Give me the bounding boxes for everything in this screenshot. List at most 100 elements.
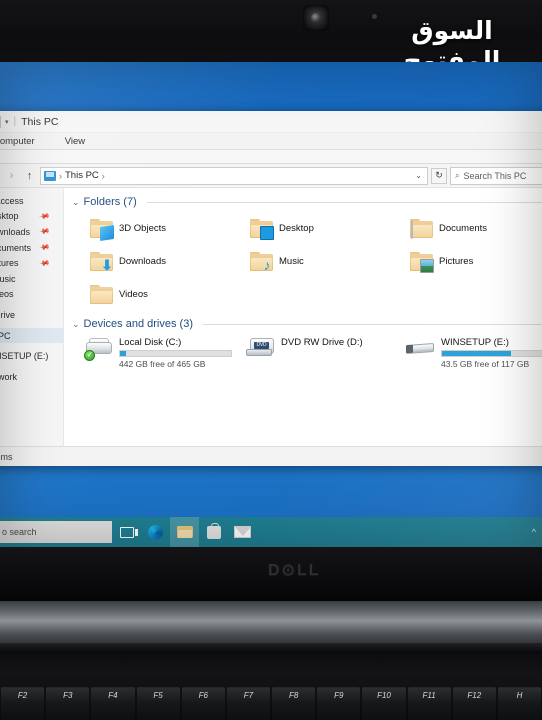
key-f12[interactable]: F12 xyxy=(452,687,496,720)
key-home[interactable]: H xyxy=(497,687,542,720)
sidebar-item-music[interactable]: Music xyxy=(0,271,63,287)
file-explorer-button[interactable] xyxy=(170,517,199,547)
folders-group-header[interactable]: ⌄ Folders (7) xyxy=(72,196,542,208)
folder-videos[interactable]: Videos xyxy=(72,278,232,310)
address-bar[interactable]: › This PC › ⌄ xyxy=(40,166,428,185)
grid-filler-2 xyxy=(392,278,542,310)
laptop-screen: ▾ | This PC Computer View ‹ › ↑ › This P… xyxy=(0,62,542,547)
key-f5[interactable]: F5 xyxy=(136,687,180,720)
sidebar-item-label: Network xyxy=(0,371,18,382)
dvd-drive-icon: DVD xyxy=(246,337,274,359)
sidebar-item-downloads[interactable]: ownloads 📌 xyxy=(0,224,63,240)
folder-pictures[interactable]: Pictures xyxy=(392,245,542,277)
this-pc-icon xyxy=(44,170,56,181)
sidebar-item-label: ocuments xyxy=(0,242,32,253)
folder-downloads[interactable]: ⬇ Downloads xyxy=(72,245,232,277)
item-label: Videos xyxy=(119,288,148,300)
folder-downloads-icon: ⬇ xyxy=(90,251,113,272)
file-explorer-window: ▾ | This PC Computer View ‹ › ↑ › This P… xyxy=(0,111,542,466)
grid-filler-1 xyxy=(232,278,392,310)
system-tray-expand-icon[interactable]: ^ xyxy=(532,527,542,537)
microsoft-store-button[interactable] xyxy=(199,517,228,547)
sidebar-item-pictures[interactable]: ictures 📌 xyxy=(0,255,63,271)
item-label: Pictures xyxy=(439,255,474,267)
folders-grid: 3D Objects Desktop Documents ⬇ Downloads… xyxy=(72,212,542,310)
chevron-down-icon[interactable]: ⌄ xyxy=(72,197,80,208)
sidebar-item-quick-access[interactable]: ck access xyxy=(0,193,63,209)
drive-winsetup-e[interactable]: WINSETUP (E:) 43.5 GB free of 117 GB xyxy=(392,334,542,374)
key-f2[interactable]: F2 xyxy=(1,687,45,720)
sidebar-item-this-pc[interactable]: his PC xyxy=(0,327,63,344)
search-box[interactable]: ⌕ Search This PC xyxy=(450,166,542,185)
sidebar-item-label: ck access xyxy=(0,195,24,206)
item-label: Desktop xyxy=(279,222,314,234)
navigation-pane[interactable]: ck access esktop 📌 ownloads 📌 ocuments 📌 xyxy=(0,188,64,446)
key-f9[interactable]: F9 xyxy=(317,687,361,720)
group-divider xyxy=(146,201,542,203)
key-f7[interactable]: F7 xyxy=(226,687,271,720)
sidebar-item-winsetup[interactable]: WINSETUP (E:) xyxy=(0,348,63,364)
dvd-badge: DVD xyxy=(254,342,269,349)
key-f4[interactable]: F4 xyxy=(91,687,135,720)
pin-icon: 📌 xyxy=(37,225,51,239)
refresh-button[interactable]: ↻ xyxy=(431,167,447,184)
folder-documents-icon xyxy=(410,218,433,239)
edge-button[interactable] xyxy=(141,517,170,547)
edge-icon xyxy=(148,524,163,540)
folder-music-icon: ♪ xyxy=(250,251,273,272)
windows-taskbar: o search ^ xyxy=(0,517,542,547)
drive-local-disk-c[interactable]: Local Disk (C:) 442 GB free of 465 GB xyxy=(72,334,232,374)
sidebar-item-desktop[interactable]: esktop 📌 xyxy=(0,209,63,225)
status-bar: ...ems xyxy=(0,446,542,466)
item-label: Downloads xyxy=(119,255,166,267)
pin-icon: 📌 xyxy=(37,256,51,270)
folder-documents[interactable]: Documents xyxy=(392,212,542,244)
breadcrumb-this-pc[interactable]: This PC xyxy=(65,170,99,181)
quick-access-toolbar-caret-icon[interactable]: ▾ xyxy=(5,118,9,126)
sidebar-item-documents[interactable]: ocuments 📌 xyxy=(0,240,63,256)
taskbar-search-input[interactable]: o search xyxy=(0,521,112,543)
drive-name: Local Disk (C:) xyxy=(119,337,182,348)
item-label: 3D Objects xyxy=(119,222,166,234)
folder-desktop-icon xyxy=(250,218,274,240)
window-title-bar: ▾ | This PC xyxy=(0,111,542,133)
tab-view[interactable]: View xyxy=(61,136,89,149)
sidebar-item-network[interactable]: Network xyxy=(0,369,63,385)
mail-button[interactable] xyxy=(228,517,257,547)
folder-3d-objects[interactable]: 3D Objects xyxy=(72,212,232,244)
drive-dvd-rw-d[interactable]: DVD DVD RW Drive (D:) xyxy=(232,334,392,374)
sidebar-item-label: ictures xyxy=(0,258,19,269)
key-f3[interactable]: F3 xyxy=(46,687,90,720)
key-f8[interactable]: F8 xyxy=(272,687,316,720)
sidebar-item-label: his PC xyxy=(0,330,11,341)
forward-button[interactable]: › xyxy=(4,168,19,183)
chevron-down-icon[interactable]: ⌄ xyxy=(72,319,80,330)
sidebar-item-videos[interactable]: ideos xyxy=(0,287,63,303)
breadcrumb-sep-leading: › xyxy=(59,170,62,181)
task-view-button[interactable] xyxy=(112,517,141,547)
folder-desktop[interactable]: Desktop xyxy=(232,212,392,244)
laptop-photo: السوق المفتوح opensooq.com ▾ | This PC C… xyxy=(0,0,542,720)
sidebar-item-label: ideos xyxy=(0,289,14,300)
content-pane[interactable]: ⌄ Folders (7) 3D Objects Desktop Documen… xyxy=(64,188,542,446)
search-input[interactable]: Search This PC xyxy=(463,171,526,181)
folder-music[interactable]: ♪ Music xyxy=(232,245,392,277)
drives-grid: Local Disk (C:) 442 GB free of 465 GB xyxy=(72,334,542,374)
back-button[interactable]: ‹ xyxy=(0,168,1,183)
folder-pictures-icon xyxy=(410,251,434,273)
window-app-icon xyxy=(0,115,1,128)
sidebar-item-label: esktop xyxy=(0,211,19,222)
taskbar-search-placeholder: o search xyxy=(2,527,37,537)
key-f10[interactable]: F10 xyxy=(362,687,406,720)
tab-computer[interactable]: Computer xyxy=(0,136,39,149)
devices-group-header[interactable]: ⌄ Devices and drives (3) xyxy=(72,318,542,330)
key-f6[interactable]: F6 xyxy=(181,687,225,720)
hard-disk-icon xyxy=(84,337,112,361)
drive-free-space: 442 GB free of 465 GB xyxy=(119,359,206,369)
sidebar-item-onedrive[interactable]: neDrive xyxy=(0,307,63,323)
sidebar-item-label: Music xyxy=(0,273,16,284)
key-f11[interactable]: F11 xyxy=(407,687,451,720)
up-button[interactable]: ↑ xyxy=(22,168,37,183)
address-dropdown-icon[interactable]: ⌄ xyxy=(415,171,424,180)
folder-3d-objects-icon xyxy=(90,218,114,241)
